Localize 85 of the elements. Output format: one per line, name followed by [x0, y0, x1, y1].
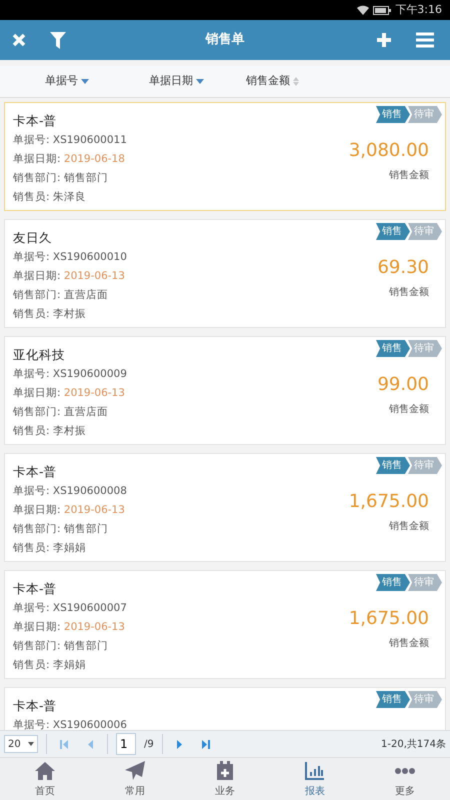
field-line: 单据日期: 2019-06-13: [13, 269, 125, 284]
more-icon: [395, 768, 415, 774]
tab-item[interactable]: 首页: [0, 758, 90, 800]
status-tag: 销售: [376, 457, 410, 474]
field-line: 单据日期: 2019-06-13: [13, 620, 125, 635]
status-tag: 待审: [408, 574, 442, 591]
status-tag: 待审: [408, 223, 442, 240]
battery-icon: [373, 6, 392, 14]
amount: 69.30: [377, 256, 429, 280]
amount-label: 销售金额: [388, 520, 429, 534]
tab-item[interactable]: 业务: [180, 758, 270, 800]
menu-icon: [416, 32, 434, 48]
field-line: 单据日期: 2019-06-18: [13, 152, 125, 167]
tab-item[interactable]: 常用: [90, 758, 180, 800]
calendar-icon: [216, 761, 234, 780]
amount: 99.00: [377, 373, 429, 397]
order-card[interactable]: 卡本-普 单据号: XS190600007 单据日期: 2019-06-13 销售部门: 销售部门 销售员: 李娟娟 销售 待审 1,675.00 销售金额: [4, 570, 446, 679]
amount: 3,080.00: [348, 139, 429, 163]
field-line: 单据日期: 2019-06-13: [13, 386, 125, 401]
sort-header[interactable]: 单据日期: [149, 73, 204, 90]
field-line: 销售员: 李娟娟: [13, 658, 86, 673]
field-line: 销售部门: 销售部门: [13, 171, 108, 186]
page-summary: 1-20,共174条: [381, 738, 446, 752]
amount-label: 销售金额: [388, 286, 429, 300]
page-count: /9: [144, 738, 154, 752]
plus-icon: [376, 32, 392, 48]
field-line: 单据号: XS190600008: [13, 484, 127, 499]
field-line: 单据号: XS190600009: [13, 367, 127, 382]
filter-icon: [50, 32, 66, 48]
home-icon: [35, 762, 55, 780]
next-page-icon: [176, 740, 184, 748]
amount-label: 销售金额: [388, 402, 429, 417]
amount-label: 销售金额: [388, 636, 429, 651]
customer-name: 卡本-普: [13, 112, 57, 130]
status-tag: 销售: [376, 106, 410, 123]
tab-item[interactable]: 报表: [270, 758, 360, 800]
amount-label: 销售金额: [388, 168, 429, 183]
status-tag: 待审: [408, 340, 442, 357]
wifi-icon: [357, 5, 370, 15]
field-line: 单据日期: 2019-06-13: [13, 503, 125, 518]
page-input[interactable]: 1: [116, 733, 136, 755]
field-line: 销售部门: 直营店面: [13, 405, 108, 420]
field-line: 销售部门: 销售部门: [13, 522, 108, 537]
sort-header[interactable]: 销售金额: [246, 73, 299, 90]
status-tag: 销售: [376, 574, 410, 591]
status-time: 下午3:16: [395, 2, 442, 18]
customer-name: 卡本-普: [13, 697, 57, 715]
field-line: 单据号: XS190600006: [13, 718, 127, 730]
paper-plane-icon: [125, 761, 145, 780]
close-icon: [12, 33, 26, 47]
status-tag: 销售: [376, 340, 410, 357]
field-line: 销售员: 朱泽良: [13, 190, 86, 205]
page-size-select[interactable]: 20: [4, 735, 38, 753]
field-line: 销售员: 李村振: [13, 424, 86, 439]
field-line: 销售员: 李娟娟: [13, 541, 86, 556]
customer-name: 友日久: [13, 229, 52, 247]
field-line: 单据号: XS190600007: [13, 601, 127, 616]
order-card[interactable]: 卡本-普 单据号: XS190600006 销售 待审: [4, 687, 446, 730]
field-line: 销售部门: 直营店面: [13, 288, 108, 303]
caret-icon: [28, 742, 34, 746]
page-title: 销售单: [206, 31, 244, 50]
customer-name: 卡本-普: [13, 463, 57, 481]
customer-name: 卡本-普: [13, 580, 57, 598]
field-line: 单据号: XS190600011: [13, 133, 127, 148]
order-card[interactable]: 卡本-普 单据号: XS190600008 单据日期: 2019-06-13 销售部门: 销售部门 销售员: 李娟娟 销售 待审 1,675.00 销售金额: [4, 453, 446, 562]
amount: 1,675.00: [348, 490, 429, 514]
status-tag: 销售: [376, 223, 410, 240]
sort-header[interactable]: 单据号: [45, 73, 89, 90]
order-card[interactable]: 友日久 单据号: XS190600010 单据日期: 2019-06-13 销售部门: 直营店面 销售员: 李村振 销售 待审 69.30 销售金额: [4, 219, 446, 328]
last-page-icon: [202, 740, 210, 748]
status-tag: 待审: [408, 457, 442, 474]
order-card[interactable]: 亚化科技 单据号: XS190600009 单据日期: 2019-06-13 销售部门: 直营店面 销售员: 李村振 销售 待审 99.00 销售金额: [4, 336, 446, 445]
first-page-icon: [60, 740, 68, 748]
field-line: 销售部门: 销售部门: [13, 639, 108, 654]
bar-chart-icon: [305, 761, 325, 780]
order-card[interactable]: 卡本-普 单据号: XS190600011 单据日期: 2019-06-18 销售部门: 销售部门 销售员: 朱泽良 销售 待审 3,080.00 销售金额: [4, 102, 446, 211]
previous-page-icon: [86, 740, 94, 748]
status-tag: 待审: [408, 691, 442, 708]
status-tag: 待审: [408, 106, 442, 123]
field-line: 销售员: 李村振: [13, 307, 86, 322]
customer-name: 亚化科技: [13, 346, 65, 364]
status-tag: 销售: [376, 691, 410, 708]
field-line: 单据号: XS190600010: [13, 250, 127, 265]
tab-item[interactable]: 更多: [360, 758, 450, 800]
amount: 1,675.00: [348, 607, 429, 631]
